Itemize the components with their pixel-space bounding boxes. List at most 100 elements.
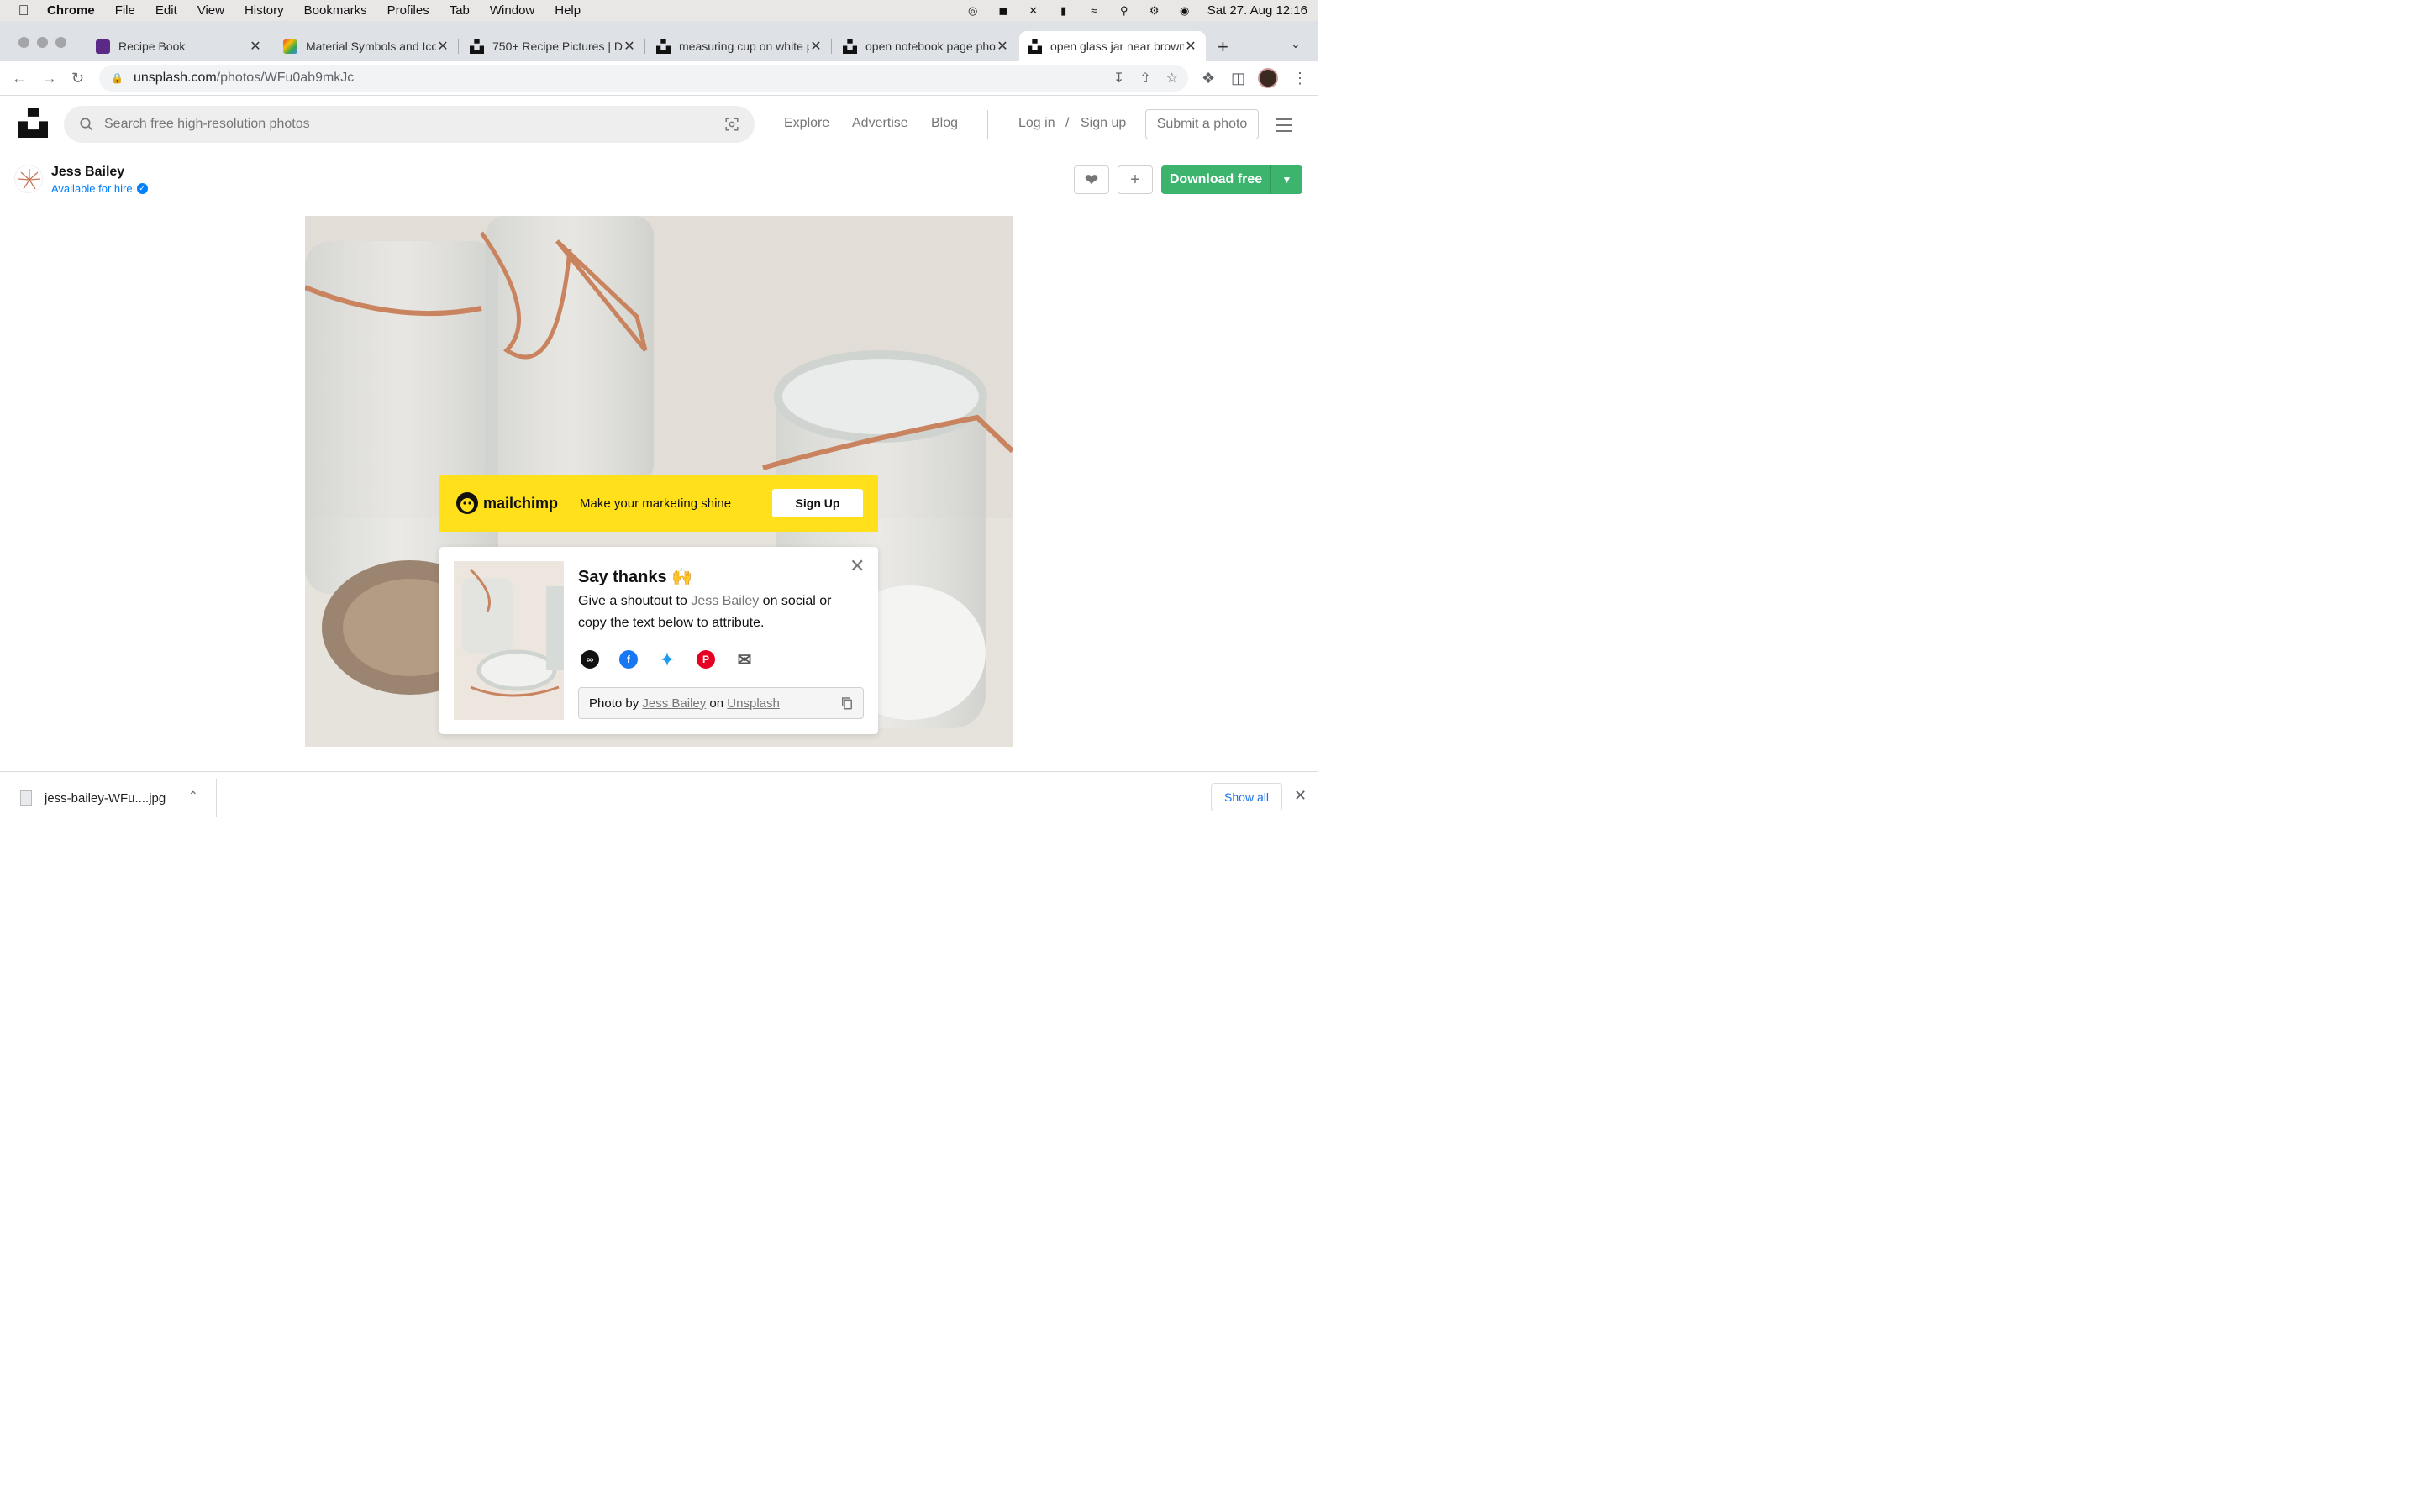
signup-link[interactable]: Sign up xyxy=(1081,116,1126,131)
wifi-icon[interactable]: ≈ xyxy=(1086,4,1102,17)
ad-tagline: Make your marketing shine xyxy=(580,496,732,511)
download-button-group: Download free ▼ xyxy=(1161,165,1302,194)
copy-icon[interactable] xyxy=(839,696,855,711)
menu-window[interactable]: Window xyxy=(490,3,534,18)
say-thanks-description: Give a shoutout to Jess Bailey on social… xyxy=(578,594,832,630)
author-profile-link[interactable]: Jess Bailey xyxy=(691,594,759,608)
unsplash-logo-icon[interactable] xyxy=(18,108,48,138)
facebook-icon[interactable]: f xyxy=(619,650,638,669)
login-link[interactable]: Log in xyxy=(1018,116,1055,131)
menu-help[interactable]: Help xyxy=(555,3,581,18)
unsplash-favicon xyxy=(843,39,857,54)
tab-search-chevron-icon[interactable]: ⌄ xyxy=(1291,37,1301,51)
email-icon[interactable]: ✉ xyxy=(735,650,754,669)
creative-cloud-icon[interactable]: ◎ xyxy=(965,4,981,17)
download-options-chevron-icon[interactable]: ▼ xyxy=(1271,165,1302,194)
unsplash-favicon xyxy=(1028,39,1042,54)
close-tab-icon[interactable]: ✕ xyxy=(1184,38,1197,55)
bookmark-star-icon[interactable]: ☆ xyxy=(1166,70,1178,87)
download-shelf: jess-bailey-WFu....jpg ⌃ Show all ✕ xyxy=(0,771,1318,823)
close-tab-icon[interactable]: ✕ xyxy=(623,38,636,55)
search-input[interactable]: Search free high-resolution photos xyxy=(104,117,724,132)
menu-bookmarks[interactable]: Bookmarks xyxy=(304,3,367,18)
nav-explore[interactable]: Explore xyxy=(784,116,829,131)
forward-arrow-icon[interactable]: → xyxy=(42,70,57,87)
photo-thumbnail xyxy=(454,561,564,720)
attribution-text-box[interactable]: Photo by Jess Bailey on Unsplash xyxy=(578,687,864,719)
attribution-unsplash-link[interactable]: Unsplash xyxy=(727,696,780,711)
mailchimp-freddie-icon xyxy=(456,492,478,514)
nav-advertise[interactable]: Advertise xyxy=(852,116,908,131)
chrome-menu-icon[interactable]: ⋮ xyxy=(1292,70,1307,87)
minimize-window-button[interactable] xyxy=(37,37,48,48)
ad-signup-button[interactable]: Sign Up xyxy=(772,489,863,517)
author-avatar[interactable] xyxy=(14,165,43,193)
nav-blog[interactable]: Blog xyxy=(931,116,958,131)
close-tab-icon[interactable]: ✕ xyxy=(809,38,823,55)
bluetooth-icon[interactable]: ✕ xyxy=(1026,4,1041,17)
close-icon[interactable]: ✕ xyxy=(850,555,865,577)
pinterest-icon[interactable]: P xyxy=(697,650,715,669)
twitter-icon[interactable]: ✦ xyxy=(658,650,676,669)
menu-view[interactable]: View xyxy=(197,3,224,18)
extensions-puzzle-icon[interactable]: ❖ xyxy=(1202,70,1215,87)
zoom-window-button[interactable] xyxy=(55,37,66,48)
download-free-button[interactable]: Download free xyxy=(1161,165,1271,194)
mailchimp-brand-text: mailchimp xyxy=(483,494,559,512)
lock-icon[interactable]: 🔒 xyxy=(111,72,124,84)
attribution-author-link[interactable]: Jess Bailey xyxy=(642,696,706,711)
macos-menu-bar:  Chrome File Edit View History Bookmark… xyxy=(0,0,1318,21)
hire-status-text: Available for hire xyxy=(51,182,133,195)
show-all-downloads-button[interactable]: Show all xyxy=(1211,783,1282,811)
search-bar[interactable]: Search free high-resolution photos xyxy=(64,106,755,143)
search-icon[interactable] xyxy=(79,117,94,132)
menu-edit[interactable]: Edit xyxy=(155,3,177,18)
hamburger-menu-icon[interactable] xyxy=(1276,118,1292,136)
downloaded-file-item[interactable]: jess-bailey-WFu....jpg xyxy=(20,790,166,806)
mailchimp-ad-banner[interactable]: mailchimp Make your marketing shine Sign… xyxy=(439,475,878,532)
menu-profiles[interactable]: Profiles xyxy=(387,3,429,18)
author-name[interactable]: Jess Bailey xyxy=(51,165,124,180)
spotlight-search-icon[interactable]: ⚲ xyxy=(1117,4,1132,17)
menubar-clock[interactable]: Sat 27. Aug 12:16 xyxy=(1207,3,1307,18)
like-button[interactable]: ❤ xyxy=(1074,165,1109,194)
visual-search-icon[interactable] xyxy=(724,117,739,132)
menu-history[interactable]: History xyxy=(245,3,284,18)
close-tab-icon[interactable]: ✕ xyxy=(436,38,450,55)
tab-recipe-book[interactable]: Recipe Book ✕ xyxy=(87,31,271,61)
tab-recipe-pictures[interactable]: 750+ Recipe Pictures | Download ✕ xyxy=(461,31,645,61)
menu-file[interactable]: File xyxy=(115,3,135,18)
siri-icon[interactable]: ◉ xyxy=(1177,4,1192,17)
evernote-icon[interactable]: ◼ xyxy=(996,4,1011,17)
menu-tab[interactable]: Tab xyxy=(450,3,470,18)
close-tab-icon[interactable]: ✕ xyxy=(996,38,1009,55)
add-to-collection-button[interactable]: + xyxy=(1118,165,1153,194)
attribution-text: Photo by Jess Bailey on Unsplash xyxy=(589,696,780,711)
close-tab-icon[interactable]: ✕ xyxy=(249,38,262,55)
side-panel-icon[interactable]: ◫ xyxy=(1231,70,1245,87)
submit-photo-button[interactable]: Submit a photo xyxy=(1145,109,1259,139)
menu-app-name[interactable]: Chrome xyxy=(47,3,95,18)
close-shelf-icon[interactable]: ✕ xyxy=(1294,787,1307,805)
share-icon[interactable]: ⇧ xyxy=(1139,70,1150,87)
chrome-profile-avatar[interactable] xyxy=(1258,68,1278,88)
tab-title: 750+ Recipe Pictures | Download xyxy=(492,39,623,53)
close-window-button[interactable] xyxy=(18,37,29,48)
unsplash-favicon xyxy=(470,39,484,54)
back-arrow-icon[interactable]: ← xyxy=(12,70,27,87)
link-icon[interactable]: ∞ xyxy=(581,650,599,669)
tab-material-symbols[interactable]: Material Symbols and Icons ✕ xyxy=(275,31,459,61)
address-bar[interactable]: 🔒 unsplash.com/photos/WFu0ab9mkJc ↧ ⇧ ☆ xyxy=(99,65,1188,92)
install-app-icon[interactable]: ↧ xyxy=(1113,70,1124,87)
download-options-chevron-icon[interactable]: ⌃ xyxy=(188,789,198,803)
tab-open-glass-jar-active[interactable]: open glass jar near brown ✕ xyxy=(1019,31,1206,61)
battery-icon[interactable]: ▮ xyxy=(1056,4,1071,17)
control-center-icon[interactable]: ⚙ xyxy=(1147,4,1162,17)
tab-measuring-cup[interactable]: measuring cup on white p ✕ xyxy=(648,31,832,61)
browser-tab-strip: Recipe Book ✕ Material Symbols and Icons… xyxy=(0,21,1318,61)
new-tab-icon[interactable]: + xyxy=(1218,36,1228,58)
tab-open-notebook[interactable]: open notebook page photo ✕ xyxy=(834,31,1018,61)
apple-icon[interactable]:  xyxy=(0,3,47,19)
available-for-hire-link[interactable]: Available for hire ✓ xyxy=(51,182,148,195)
reload-icon[interactable]: ↻ xyxy=(71,70,84,87)
